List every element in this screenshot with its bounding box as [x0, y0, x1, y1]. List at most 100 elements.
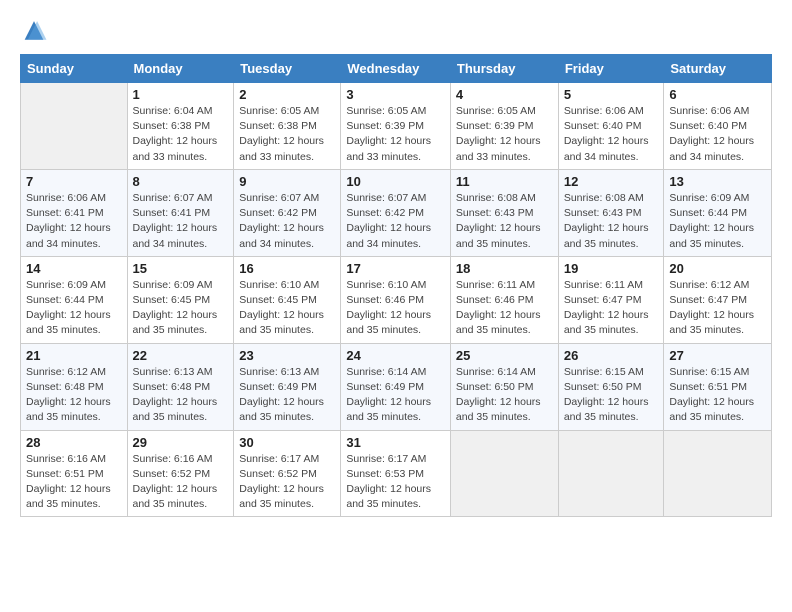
calendar-cell: 11 Sunrise: 6:08 AM Sunset: 6:43 PM Dayli…	[450, 169, 558, 256]
calendar-cell	[664, 430, 772, 517]
calendar-cell: 4 Sunrise: 6:05 AM Sunset: 6:39 PM Daylig…	[450, 83, 558, 170]
day-number: 21	[26, 348, 122, 363]
calendar-cell: 7 Sunrise: 6:06 AM Sunset: 6:41 PM Daylig…	[21, 169, 128, 256]
day-number: 26	[564, 348, 659, 363]
calendar-cell: 23 Sunrise: 6:13 AM Sunset: 6:49 PM Dayli…	[234, 343, 341, 430]
day-number: 14	[26, 261, 122, 276]
calendar-header-friday: Friday	[558, 55, 664, 83]
day-info: Sunrise: 6:07 AM Sunset: 6:42 PM Dayligh…	[239, 191, 335, 252]
calendar-cell: 30 Sunrise: 6:17 AM Sunset: 6:52 PM Dayli…	[234, 430, 341, 517]
calendar-cell: 16 Sunrise: 6:10 AM Sunset: 6:45 PM Dayli…	[234, 256, 341, 343]
day-info: Sunrise: 6:06 AM Sunset: 6:40 PM Dayligh…	[564, 104, 659, 165]
day-number: 6	[669, 87, 766, 102]
day-number: 8	[133, 174, 229, 189]
calendar-cell: 10Sunrise: 6:07 AM Sunset: 6:42 PM Dayli…	[341, 169, 451, 256]
day-number: 13	[669, 174, 766, 189]
calendar-week-row: 1 Sunrise: 6:04 AM Sunset: 6:38 PM Daylig…	[21, 83, 772, 170]
calendar-cell: 6 Sunrise: 6:06 AM Sunset: 6:40 PM Daylig…	[664, 83, 772, 170]
calendar-cell	[450, 430, 558, 517]
day-info: Sunrise: 6:04 AM Sunset: 6:38 PM Dayligh…	[133, 104, 229, 165]
day-info: Sunrise: 6:05 AM Sunset: 6:39 PM Dayligh…	[456, 104, 553, 165]
logo-icon	[20, 18, 48, 46]
day-number: 5	[564, 87, 659, 102]
day-number: 31	[346, 435, 445, 450]
calendar-cell: 29Sunrise: 6:16 AM Sunset: 6:52 PM Dayli…	[127, 430, 234, 517]
day-info: Sunrise: 6:14 AM Sunset: 6:50 PM Dayligh…	[456, 365, 553, 426]
day-number: 18	[456, 261, 553, 276]
calendar-cell: 28Sunrise: 6:16 AM Sunset: 6:51 PM Dayli…	[21, 430, 128, 517]
day-info: Sunrise: 6:05 AM Sunset: 6:39 PM Dayligh…	[346, 104, 445, 165]
day-info: Sunrise: 6:11 AM Sunset: 6:46 PM Dayligh…	[456, 278, 553, 339]
day-number: 20	[669, 261, 766, 276]
day-number: 3	[346, 87, 445, 102]
day-number: 25	[456, 348, 553, 363]
day-info: Sunrise: 6:08 AM Sunset: 6:43 PM Dayligh…	[456, 191, 553, 252]
day-info: Sunrise: 6:12 AM Sunset: 6:48 PM Dayligh…	[26, 365, 122, 426]
calendar-cell: 27Sunrise: 6:15 AM Sunset: 6:51 PM Dayli…	[664, 343, 772, 430]
day-number: 19	[564, 261, 659, 276]
calendar-cell: 2 Sunrise: 6:05 AM Sunset: 6:38 PM Daylig…	[234, 83, 341, 170]
day-number: 12	[564, 174, 659, 189]
calendar-header-saturday: Saturday	[664, 55, 772, 83]
calendar-cell	[558, 430, 664, 517]
day-info: Sunrise: 6:09 AM Sunset: 6:44 PM Dayligh…	[669, 191, 766, 252]
day-info: Sunrise: 6:09 AM Sunset: 6:44 PM Dayligh…	[26, 278, 122, 339]
day-info: Sunrise: 6:06 AM Sunset: 6:40 PM Dayligh…	[669, 104, 766, 165]
day-number: 24	[346, 348, 445, 363]
calendar-cell: 9 Sunrise: 6:07 AM Sunset: 6:42 PM Daylig…	[234, 169, 341, 256]
calendar-cell: 3 Sunrise: 6:05 AM Sunset: 6:39 PM Daylig…	[341, 83, 451, 170]
calendar-header-monday: Monday	[127, 55, 234, 83]
calendar-week-row: 28Sunrise: 6:16 AM Sunset: 6:51 PM Dayli…	[21, 430, 772, 517]
calendar-header-thursday: Thursday	[450, 55, 558, 83]
day-info: Sunrise: 6:17 AM Sunset: 6:52 PM Dayligh…	[239, 452, 335, 513]
calendar-header-sunday: Sunday	[21, 55, 128, 83]
day-info: Sunrise: 6:13 AM Sunset: 6:48 PM Dayligh…	[133, 365, 229, 426]
calendar-cell: 20 Sunrise: 6:12 AM Sunset: 6:47 PM Dayli…	[664, 256, 772, 343]
calendar-header-row: SundayMondayTuesdayWednesdayThursdayFrid…	[21, 55, 772, 83]
calendar-cell: 15 Sunrise: 6:09 AM Sunset: 6:45 PM Dayli…	[127, 256, 234, 343]
day-number: 7	[26, 174, 122, 189]
day-number: 2	[239, 87, 335, 102]
calendar-cell: 24 Sunrise: 6:14 AM Sunset: 6:49 PM Dayli…	[341, 343, 451, 430]
calendar-table: SundayMondayTuesdayWednesdayThursdayFrid…	[20, 54, 772, 517]
day-number: 22	[133, 348, 229, 363]
calendar-cell: 14 Sunrise: 6:09 AM Sunset: 6:44 PM Dayli…	[21, 256, 128, 343]
day-number: 23	[239, 348, 335, 363]
calendar-cell: 18 Sunrise: 6:11 AM Sunset: 6:46 PM Dayli…	[450, 256, 558, 343]
day-number: 4	[456, 87, 553, 102]
day-info: Sunrise: 6:13 AM Sunset: 6:49 PM Dayligh…	[239, 365, 335, 426]
day-info: Sunrise: 6:14 AM Sunset: 6:49 PM Dayligh…	[346, 365, 445, 426]
calendar-cell: 25 Sunrise: 6:14 AM Sunset: 6:50 PM Dayli…	[450, 343, 558, 430]
day-number: 30	[239, 435, 335, 450]
day-info: Sunrise: 6:10 AM Sunset: 6:46 PM Dayligh…	[346, 278, 445, 339]
day-info: Sunrise: 6:15 AM Sunset: 6:50 PM Dayligh…	[564, 365, 659, 426]
day-info: Sunrise: 6:12 AM Sunset: 6:47 PM Dayligh…	[669, 278, 766, 339]
day-info: Sunrise: 6:11 AM Sunset: 6:47 PM Dayligh…	[564, 278, 659, 339]
day-info: Sunrise: 6:09 AM Sunset: 6:45 PM Dayligh…	[133, 278, 229, 339]
day-info: Sunrise: 6:06 AM Sunset: 6:41 PM Dayligh…	[26, 191, 122, 252]
day-number: 29	[133, 435, 229, 450]
day-info: Sunrise: 6:05 AM Sunset: 6:38 PM Dayligh…	[239, 104, 335, 165]
day-info: Sunrise: 6:10 AM Sunset: 6:45 PM Dayligh…	[239, 278, 335, 339]
calendar-cell: 13 Sunrise: 6:09 AM Sunset: 6:44 PM Dayli…	[664, 169, 772, 256]
day-number: 15	[133, 261, 229, 276]
day-info: Sunrise: 6:16 AM Sunset: 6:51 PM Dayligh…	[26, 452, 122, 513]
calendar-cell: 5 Sunrise: 6:06 AM Sunset: 6:40 PM Daylig…	[558, 83, 664, 170]
day-number: 9	[239, 174, 335, 189]
calendar-cell: 8Sunrise: 6:07 AM Sunset: 6:41 PM Daylig…	[127, 169, 234, 256]
day-number: 1	[133, 87, 229, 102]
day-number: 17	[346, 261, 445, 276]
calendar-header-tuesday: Tuesday	[234, 55, 341, 83]
header	[20, 18, 772, 46]
calendar-cell: 17 Sunrise: 6:10 AM Sunset: 6:46 PM Dayli…	[341, 256, 451, 343]
day-number: 10	[346, 174, 445, 189]
day-number: 11	[456, 174, 553, 189]
day-number: 16	[239, 261, 335, 276]
calendar-cell: 12Sunrise: 6:08 AM Sunset: 6:43 PM Dayli…	[558, 169, 664, 256]
logo	[20, 18, 52, 46]
calendar-header-wednesday: Wednesday	[341, 55, 451, 83]
calendar-cell: 19 Sunrise: 6:11 AM Sunset: 6:47 PM Dayli…	[558, 256, 664, 343]
day-info: Sunrise: 6:15 AM Sunset: 6:51 PM Dayligh…	[669, 365, 766, 426]
calendar-cell: 26 Sunrise: 6:15 AM Sunset: 6:50 PM Dayli…	[558, 343, 664, 430]
calendar-week-row: 21 Sunrise: 6:12 AM Sunset: 6:48 PM Dayli…	[21, 343, 772, 430]
